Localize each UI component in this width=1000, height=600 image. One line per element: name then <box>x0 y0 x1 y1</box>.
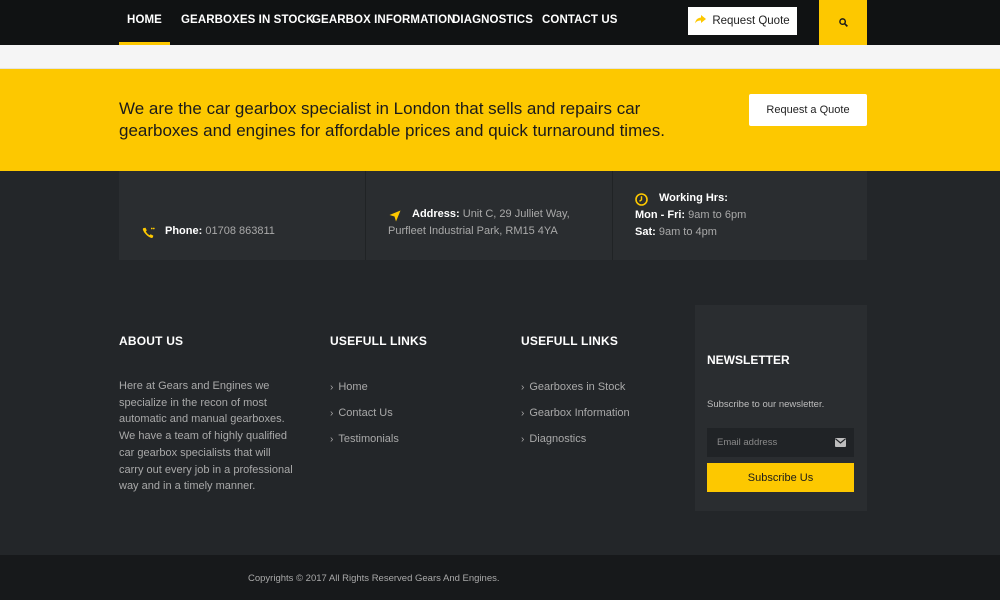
nav-diagnostics[interactable]: DIAGNOSTICS <box>452 0 533 45</box>
newsletter-box: NEWSLETTER Subscribe to our newsletter. … <box>695 305 867 511</box>
address-label: Address: <box>412 208 460 220</box>
newsletter-title: NEWSLETTER <box>707 353 790 367</box>
address-line-1: Unit C, 29 Julliet Way, <box>462 208 570 220</box>
address-block: Address: Unit C, 29 Julliet Way, Purflee… <box>366 171 613 260</box>
nav-contact-us[interactable]: CONTACT US <box>542 0 617 45</box>
search-icon <box>838 14 848 32</box>
search-button[interactable] <box>819 0 867 45</box>
spacer-bar <box>0 45 1000 69</box>
chevron-right-icon: › <box>521 434 525 446</box>
copyright-bar: Copyrights © 2017 All Rights Reserved Ge… <box>0 555 1000 600</box>
nav-gearboxes-in-stock[interactable]: GEARBOXES IN STOCK <box>181 0 314 45</box>
links-list-2: › Gearboxes in Stock › Gearbox Information… <box>521 378 630 457</box>
footer-link-label: Gearbox Information <box>529 407 630 420</box>
footer-link-label: Testimonials <box>338 433 399 446</box>
share-arrow-icon <box>695 15 707 27</box>
chevron-right-icon: › <box>330 408 334 420</box>
weekday-label: Mon - Fri: <box>635 209 686 221</box>
contact-info-strip: Phone: 01708 863811 Address: Unit C, 29 … <box>119 171 867 260</box>
nav-gearbox-information[interactable]: GEARBOX INFORMATION <box>312 0 455 45</box>
chevron-right-icon: › <box>330 434 334 446</box>
footer-link-label: Contact Us <box>338 407 393 420</box>
phone-number[interactable]: 01708 863811 <box>205 225 275 237</box>
chevron-right-icon: › <box>521 408 525 420</box>
envelope-icon <box>835 434 846 452</box>
footer-link-testimonials[interactable]: › Testimonials <box>330 430 399 456</box>
hours-title: Working Hrs: <box>659 192 728 204</box>
request-quote-label: Request Quote <box>712 15 790 27</box>
weekday-hours: 9am to 6pm <box>688 209 747 221</box>
phone-label: Phone: <box>165 225 203 237</box>
hours-block: Working Hrs: Mon - Fri: 9am to 6pm Sat: … <box>613 171 867 260</box>
footer-link-label: Diagnostics <box>529 433 587 446</box>
footer-link-label: Home <box>338 381 368 393</box>
banner-text: We are the car gearbox specialist in Lon… <box>119 99 665 140</box>
request-quote-button[interactable]: Request Quote <box>688 7 797 35</box>
request-a-quote-button[interactable]: Request a Quote <box>749 94 867 126</box>
footer-link-contact-us[interactable]: › Contact Us <box>330 404 399 430</box>
footer-link-home[interactable]: › Home <box>330 378 399 404</box>
footer-link-gearboxes-in-stock[interactable]: › Gearboxes in Stock <box>521 378 630 404</box>
about-text: Here at Gears and Engines we specialize … <box>119 380 293 493</box>
newsletter-subtitle: Subscribe to our newsletter. <box>707 399 825 410</box>
saturday-label: Sat: <box>635 226 656 238</box>
top-nav: HOME GEARBOXES IN STOCK GEARBOX INFORMAT… <box>0 0 1000 45</box>
copyright-text: Copyrights © 2017 All Rights Reserved Ge… <box>248 573 500 584</box>
phone-block: Phone: 01708 863811 <box>119 171 366 260</box>
about-title: ABOUT US <box>119 334 184 348</box>
links-title-2: USEFULL LINKS <box>521 334 619 348</box>
nav-home[interactable]: HOME <box>119 0 170 45</box>
links-list-1: › Home › Contact Us › Testimonials <box>330 378 399 457</box>
email-field[interactable]: Email address <box>707 428 854 457</box>
email-placeholder: Email address <box>717 437 778 448</box>
footer-link-label: Gearboxes in Stock <box>529 381 626 393</box>
chevron-right-icon: › <box>521 382 525 393</box>
links-title-1: USEFULL LINKS <box>330 334 428 348</box>
saturday-hours: 9am to 4pm <box>658 226 717 238</box>
subscribe-button[interactable]: Subscribe Us <box>707 463 854 492</box>
footer-link-gearbox-information[interactable]: › Gearbox Information <box>521 404 630 430</box>
address-line-2: Purfleet Industrial Park, RM15 4YA <box>388 225 558 237</box>
footer-link-diagnostics[interactable]: › Diagnostics <box>521 430 630 456</box>
cta-banner: We are the car gearbox specialist in Lon… <box>0 69 1000 171</box>
chevron-right-icon: › <box>330 382 334 393</box>
phone-icon <box>142 226 155 244</box>
